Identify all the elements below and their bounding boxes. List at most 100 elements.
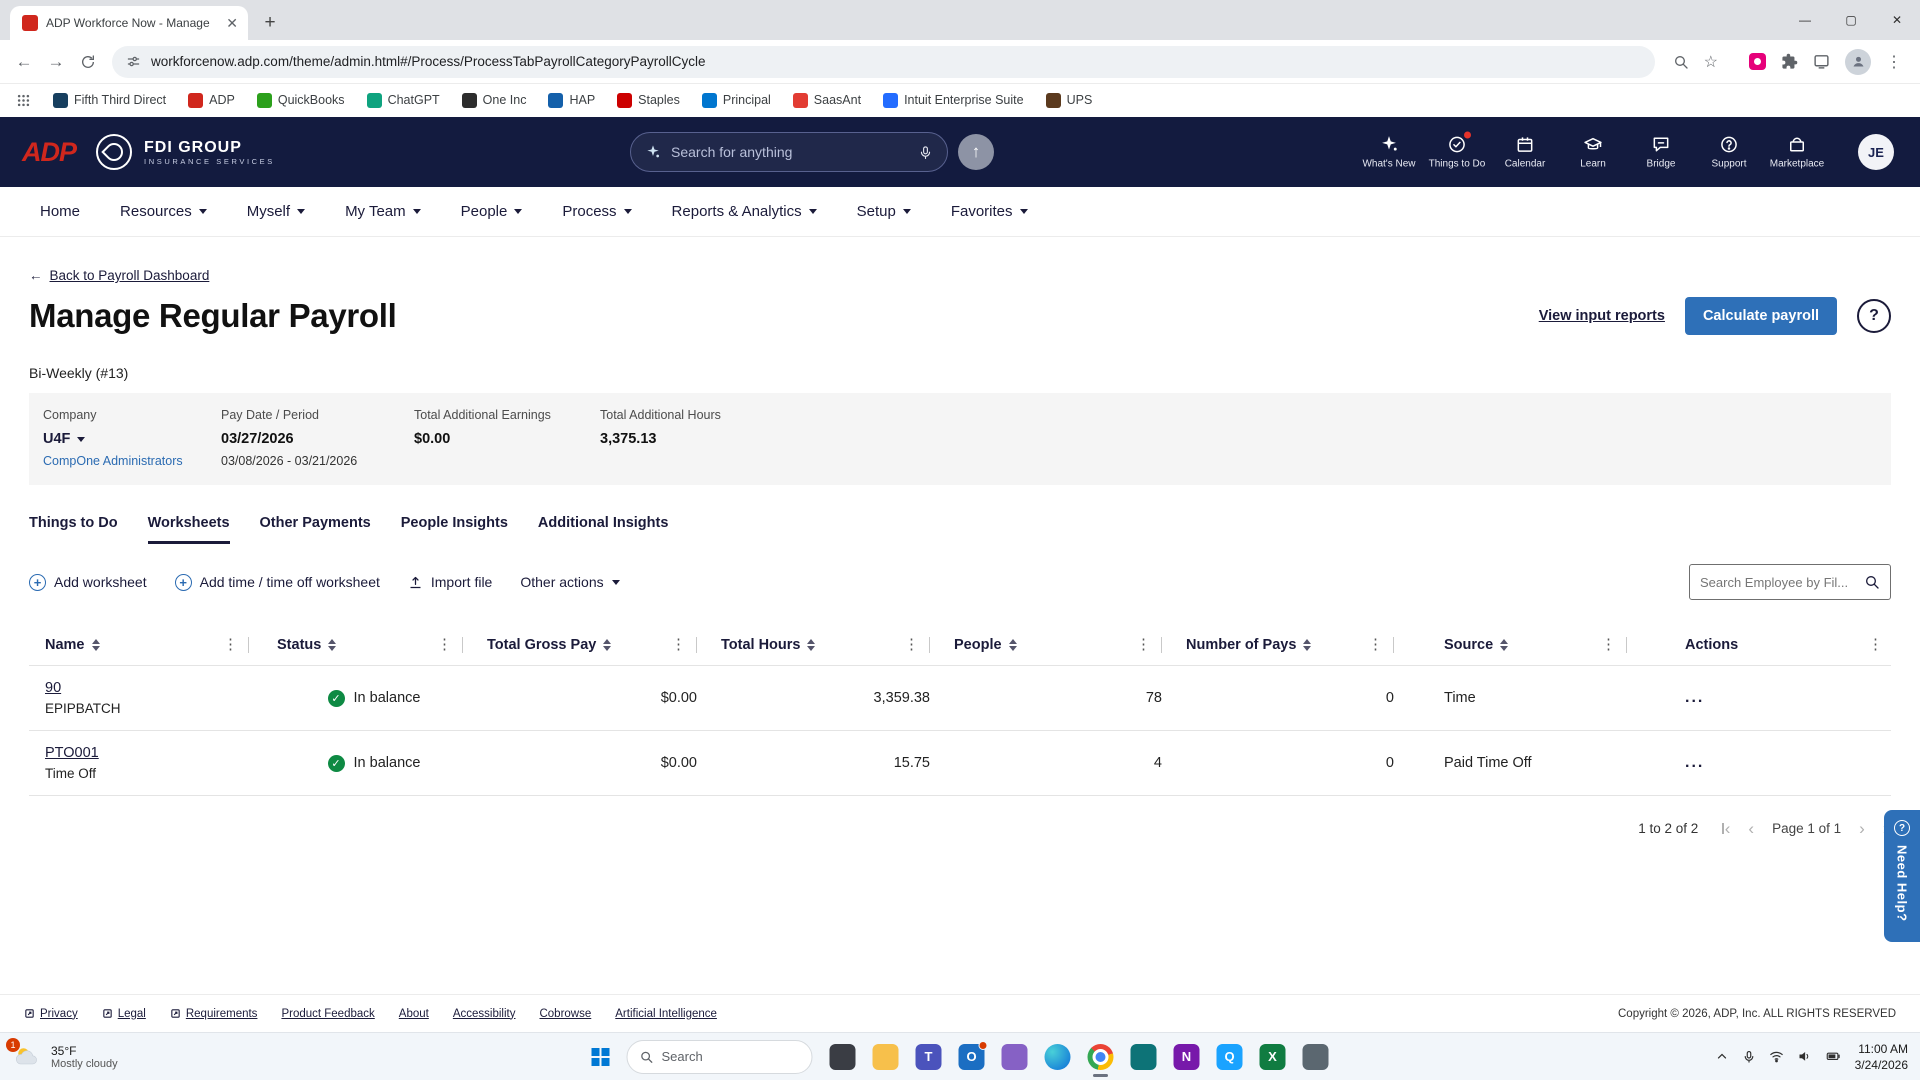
footer-link-product-feedback[interactable]: Product Feedback bbox=[281, 1008, 374, 1020]
nav-item-home[interactable]: Home bbox=[40, 203, 80, 220]
global-search-input[interactable] bbox=[671, 144, 908, 160]
taskbar-search-input[interactable] bbox=[661, 1049, 800, 1064]
file-explorer-icon[interactable] bbox=[872, 1043, 899, 1070]
bookmark-one-inc[interactable]: One Inc bbox=[461, 92, 526, 108]
column-menu-icon[interactable]: ⋮ bbox=[904, 637, 919, 652]
excel-icon[interactable]: X bbox=[1259, 1043, 1286, 1070]
column-header-total-gross-pay[interactable]: Total Gross Pay ⋮ bbox=[471, 624, 705, 665]
bookmark-quickbooks[interactable]: QuickBooks bbox=[256, 92, 345, 108]
employee-search-box[interactable] bbox=[1689, 564, 1891, 600]
table-options-icon[interactable]: ⋮ bbox=[1868, 637, 1883, 652]
pagination-next-icon[interactable]: › bbox=[1859, 820, 1865, 837]
footer-link-privacy[interactable]: Privacy bbox=[24, 1008, 78, 1020]
tray-expand-icon[interactable] bbox=[1715, 1050, 1729, 1064]
edge-icon[interactable] bbox=[1044, 1043, 1071, 1070]
pagination-prev-icon[interactable]: ‹ bbox=[1748, 820, 1754, 837]
sort-icon[interactable] bbox=[807, 638, 816, 651]
url-bar[interactable]: workforcenow.adp.com/theme/admin.html#/P… bbox=[112, 45, 1655, 78]
sort-icon[interactable] bbox=[603, 638, 612, 651]
header-item-marketplace[interactable]: Marketplace bbox=[1766, 135, 1828, 170]
tab-people-insights[interactable]: People Insights bbox=[401, 515, 508, 544]
nav-item-myself[interactable]: Myself bbox=[247, 203, 306, 220]
bookmark-intuit-enterprise-suite[interactable]: Intuit Enterprise Suite bbox=[883, 92, 1024, 108]
footer-link-about[interactable]: About bbox=[399, 1008, 429, 1020]
header-item-learn[interactable]: Learn bbox=[1562, 135, 1624, 170]
nav-item-people[interactable]: People bbox=[461, 203, 523, 220]
column-menu-icon[interactable]: ⋮ bbox=[1368, 637, 1383, 652]
worksheet-link[interactable]: 90 bbox=[45, 680, 61, 696]
column-header-source[interactable]: Source ⋮ bbox=[1402, 624, 1635, 665]
employee-search-input[interactable] bbox=[1700, 574, 1858, 590]
nav-item-my-team[interactable]: My Team bbox=[345, 203, 421, 220]
bookmark-adp[interactable]: ADP bbox=[188, 92, 235, 108]
browser-menu-icon[interactable]: ⋮ bbox=[1886, 52, 1902, 72]
other-actions-dropdown[interactable]: Other actions bbox=[520, 574, 620, 590]
bookmark-staples[interactable]: Staples bbox=[617, 92, 680, 108]
onenote-icon[interactable]: N bbox=[1173, 1043, 1200, 1070]
microphone-icon[interactable] bbox=[1742, 1050, 1756, 1064]
microphone-icon[interactable] bbox=[918, 145, 933, 160]
column-header-name[interactable]: Name ⋮ bbox=[29, 624, 257, 665]
extensions-puzzle-icon[interactable] bbox=[1781, 53, 1798, 70]
tab-other-payments[interactable]: Other Payments bbox=[260, 515, 371, 544]
search-icon[interactable] bbox=[1864, 574, 1880, 590]
weather-widget[interactable]: 1 35°F Mostly cloudy bbox=[0, 1037, 118, 1071]
header-item-things-to-do[interactable]: Things to Do bbox=[1426, 130, 1488, 170]
nav-item-resources[interactable]: Resources bbox=[120, 203, 207, 220]
footer-link-legal[interactable]: Legal bbox=[102, 1008, 146, 1020]
header-item-support[interactable]: Support bbox=[1698, 135, 1760, 170]
nav-item-process[interactable]: Process bbox=[562, 203, 632, 220]
bookmark-chatgpt[interactable]: ChatGPT bbox=[366, 92, 440, 108]
tab-additional-insights[interactable]: Additional Insights bbox=[538, 515, 669, 544]
row-actions-icon[interactable]: ... bbox=[1685, 754, 1891, 771]
header-item-whats-new[interactable]: What's New bbox=[1358, 135, 1420, 170]
maximize-button[interactable]: ▢ bbox=[1828, 0, 1874, 40]
outlook-icon[interactable]: O bbox=[958, 1040, 988, 1070]
side-panel-icon[interactable] bbox=[1813, 53, 1830, 70]
adp-logo[interactable]: ADP bbox=[22, 137, 77, 168]
teams-icon[interactable]: T bbox=[915, 1043, 942, 1070]
column-menu-icon[interactable]: ⋮ bbox=[1136, 637, 1151, 652]
column-menu-icon[interactable]: ⋮ bbox=[437, 637, 452, 652]
column-menu-icon[interactable]: ⋮ bbox=[671, 637, 686, 652]
taskbar-app-window-icon[interactable] bbox=[829, 1043, 856, 1070]
taskbar-q-app-icon[interactable]: Q bbox=[1216, 1043, 1243, 1070]
apps-grid-icon[interactable] bbox=[16, 93, 31, 108]
browser-profile-avatar[interactable] bbox=[1845, 48, 1871, 75]
bookmark-star-icon[interactable]: ☆ bbox=[1704, 52, 1718, 72]
volume-icon[interactable] bbox=[1797, 1049, 1812, 1064]
column-header-actions[interactable]: Actions ⋮ bbox=[1635, 624, 1891, 665]
add-time-worksheet-button[interactable]: + Add time / time off worksheet bbox=[174, 573, 380, 591]
footer-link-accessibility[interactable]: Accessibility bbox=[453, 1008, 516, 1020]
calculate-payroll-button[interactable]: Calculate payroll bbox=[1684, 297, 1837, 335]
forward-icon[interactable]: → bbox=[40, 46, 72, 78]
global-search-pill[interactable] bbox=[630, 132, 948, 172]
user-avatar[interactable]: JE bbox=[1858, 134, 1894, 170]
column-menu-icon[interactable]: ⋮ bbox=[1601, 637, 1616, 652]
sort-icon[interactable] bbox=[1303, 638, 1312, 651]
nav-item-setup[interactable]: Setup bbox=[857, 203, 911, 220]
taskbar-app-icon[interactable] bbox=[1130, 1043, 1157, 1070]
view-input-reports-link[interactable]: View input reports bbox=[1539, 308, 1665, 324]
header-item-calendar[interactable]: Calendar bbox=[1494, 135, 1556, 170]
nav-item-reports-analytics[interactable]: Reports & Analytics bbox=[672, 203, 817, 220]
bookmark-saasant[interactable]: SaasAnt bbox=[792, 92, 861, 108]
minimize-button[interactable]: — bbox=[1782, 0, 1828, 40]
bookmark-ups[interactable]: UPS bbox=[1045, 92, 1092, 108]
footer-link-requirements[interactable]: Requirements bbox=[170, 1008, 257, 1020]
tab-worksheets[interactable]: Worksheets bbox=[147, 515, 230, 544]
pagination-first-icon[interactable]: ‹ bbox=[1722, 820, 1730, 837]
taskbar-app-icon[interactable] bbox=[1001, 1043, 1028, 1070]
back-icon[interactable]: ← bbox=[8, 46, 40, 78]
company-selector[interactable]: U4F bbox=[43, 431, 221, 447]
bookmark-hap[interactable]: HAP bbox=[548, 92, 595, 108]
start-button[interactable] bbox=[591, 1047, 610, 1066]
add-worksheet-button[interactable]: + Add worksheet bbox=[29, 573, 147, 591]
column-menu-icon[interactable]: ⋮ bbox=[223, 637, 238, 652]
tab-things-to-do[interactable]: Things to Do bbox=[29, 515, 118, 544]
footer-link-artificial-intelligence[interactable]: Artificial Intelligence bbox=[615, 1008, 717, 1020]
taskbar-clock[interactable]: 11:00 AM 3/24/2026 bbox=[1855, 1040, 1908, 1072]
footer-link-cobrowse[interactable]: Cobrowse bbox=[539, 1008, 591, 1020]
battery-icon[interactable] bbox=[1825, 1049, 1842, 1064]
close-button[interactable]: ✕ bbox=[1874, 0, 1920, 40]
